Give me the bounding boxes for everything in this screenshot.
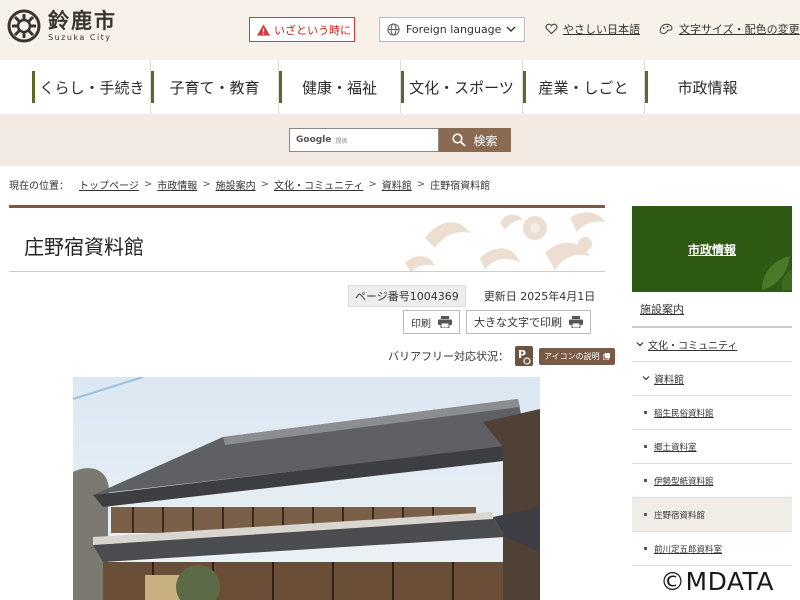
search-input[interactable]: Google 提供 <box>289 128 439 152</box>
gnav-item-shisei[interactable]: 市政情報 <box>644 60 770 114</box>
gnav-item-kurashi[interactable]: くらし・手続き <box>0 60 150 114</box>
floral-pattern-decoration <box>405 212 605 271</box>
page-info: ページ番号1004369 更新日 2025年4月1日 <box>348 285 595 307</box>
breadcrumb-separator: > <box>416 179 426 190</box>
chevron-down-icon <box>506 26 516 32</box>
search-button-label: 検索 <box>473 133 498 148</box>
side-item-label: 文化・コミュニティ <box>648 341 738 352</box>
side-item-shonojuku-current[interactable]: 庄野宿資料館 <box>632 498 792 532</box>
breadcrumb-current: 庄野宿資料館 <box>430 181 491 192</box>
side-item-label: 施設案内 <box>640 303 684 316</box>
printer-icon <box>438 316 452 328</box>
barrierfree-label: バリアフリー対応状況： <box>388 350 509 363</box>
site-header: 鈴鹿市 Suzuka City いざという時に Foreign language… <box>0 0 800 60</box>
gnav-label: 文化・スポーツ <box>409 78 514 97</box>
palette-icon <box>659 23 673 35</box>
page-title: 庄野宿資料館 <box>24 235 144 259</box>
side-item-label: 郷土資料室 <box>654 442 697 453</box>
breadcrumb-link[interactable]: 施設案内 <box>216 177 256 192</box>
breadcrumb-link[interactable]: 文化・コミュニティ <box>274 177 363 192</box>
breadcrumb-separator: > <box>260 179 269 190</box>
search-icon <box>452 133 467 147</box>
side-item-label: 資料館 <box>654 375 684 386</box>
updated-date: 更新日 2025年4月1日 <box>483 290 596 303</box>
side-item-maekawa[interactable]: 前川定五郎資料室 <box>632 532 792 566</box>
breadcrumb-prefix: 現在の位置： <box>9 181 69 192</box>
easy-japanese-label: やさしい日本語 <box>563 23 640 36</box>
gnav-item-kosodate[interactable]: 子育て・教育 <box>150 60 278 114</box>
breadcrumb-link[interactable]: 資料館 <box>382 177 412 192</box>
page-title-box: 庄野宿資料館 <box>9 205 605 272</box>
gnav-item-bunka[interactable]: 文化・スポーツ <box>400 60 522 114</box>
side-item-label: 庄野宿資料館 <box>654 510 706 521</box>
printer-icon <box>569 316 583 328</box>
large-print-button[interactable]: 大きな文字で印刷 <box>466 310 591 334</box>
site-logo[interactable]: 鈴鹿市 Suzuka City <box>6 8 117 44</box>
google-label: Google <box>296 135 332 145</box>
heart-icon <box>545 23 558 35</box>
gnav-label: 健康・福祉 <box>301 78 377 97</box>
popup-icon <box>602 352 610 360</box>
side-nav-head-label: 市政情報 <box>687 242 736 257</box>
easy-japanese-link[interactable]: やさしい日本語 <box>545 21 640 37</box>
warning-icon <box>257 23 270 36</box>
global-nav: くらし・手続き 子育て・教育 健康・福祉 文化・スポーツ 産業・しごと 市政情報 <box>0 60 800 114</box>
language-select[interactable]: Foreign language <box>379 17 525 42</box>
side-item-label: 前川定五郎資料室 <box>654 544 723 555</box>
side-item-isekatagami[interactable]: 伊勢型紙資料館 <box>632 464 792 498</box>
emergency-button[interactable]: いざという時に <box>249 17 355 42</box>
side-item-shiryokan[interactable]: 資料館 <box>632 362 792 396</box>
icon-explanation-button[interactable]: アイコンの説明 <box>539 347 615 365</box>
search-button[interactable]: 検索 <box>439 128 511 152</box>
side-item-label: 稲生民俗資料館 <box>654 408 714 419</box>
page-number: ページ番号1004369 <box>348 285 466 307</box>
provided-label: 提供 <box>335 137 348 145</box>
side-item-inou[interactable]: 稲生民俗資料館 <box>632 396 792 430</box>
icon-explanation-label: アイコンの説明 <box>544 351 600 361</box>
breadcrumb-separator: > <box>368 179 377 190</box>
font-color-link[interactable]: 文字サイズ・配色の変更 <box>659 21 800 37</box>
gnav-label: 産業・しごと <box>538 78 629 97</box>
print-label: 印刷 <box>411 318 431 330</box>
gnav-label: 市政情報 <box>677 78 738 97</box>
city-emblem-icon <box>7 9 41 43</box>
breadcrumb-separator: > <box>202 179 211 190</box>
barrierfree-status: バリアフリー対応状況： P アイコンの説明 <box>388 346 615 366</box>
language-label: Foreign language <box>406 23 502 36</box>
breadcrumb-link[interactable]: トップページ <box>79 177 139 192</box>
breadcrumb-link[interactable]: 市政情報 <box>157 177 197 192</box>
chevron-down-icon <box>636 342 644 347</box>
globe-icon <box>387 23 400 36</box>
breadcrumb: 現在の位置： トップページ > 市政情報 > 施設案内 > 文化・コミュニティ … <box>9 177 490 192</box>
search-band: Google 提供 検索 <box>0 114 800 166</box>
side-item-bunka-community[interactable]: 文化・コミュニティ <box>632 328 792 362</box>
logo-name-en: Suzuka City <box>48 33 112 42</box>
breadcrumb-separator: > <box>143 179 153 190</box>
logo-name-jp: 鈴鹿市 <box>48 9 117 33</box>
side-item-shisetsu[interactable]: 施設案内 <box>632 292 792 328</box>
gnav-label: くらし・手続き <box>39 78 145 97</box>
side-nav: 市政情報 施設案内 文化・コミュニティ 資料館 稲生民俗資料館 郷土資料室 伊勢… <box>632 206 792 566</box>
print-button[interactable]: 印刷 <box>403 310 460 334</box>
large-print-label: 大きな文字で印刷 <box>474 316 562 329</box>
copyright-watermark: ©MDATA <box>660 567 774 596</box>
gnav-label: 子育て・教育 <box>169 78 260 97</box>
emergency-label: いざという時に <box>274 23 351 37</box>
font-color-label: 文字サイズ・配色の変更 <box>679 23 800 36</box>
gnav-item-sangyo[interactable]: 産業・しごと <box>522 60 644 114</box>
chevron-down-icon <box>642 376 650 381</box>
parking-icon: P <box>515 346 533 366</box>
building-photo <box>73 377 540 600</box>
leaf-decoration <box>762 256 792 290</box>
side-item-label: 伊勢型紙資料館 <box>654 476 714 487</box>
side-nav-head[interactable]: 市政情報 <box>632 206 792 292</box>
gnav-item-kenko[interactable]: 健康・福祉 <box>278 60 400 114</box>
side-item-kyodo[interactable]: 郷土資料室 <box>632 430 792 464</box>
